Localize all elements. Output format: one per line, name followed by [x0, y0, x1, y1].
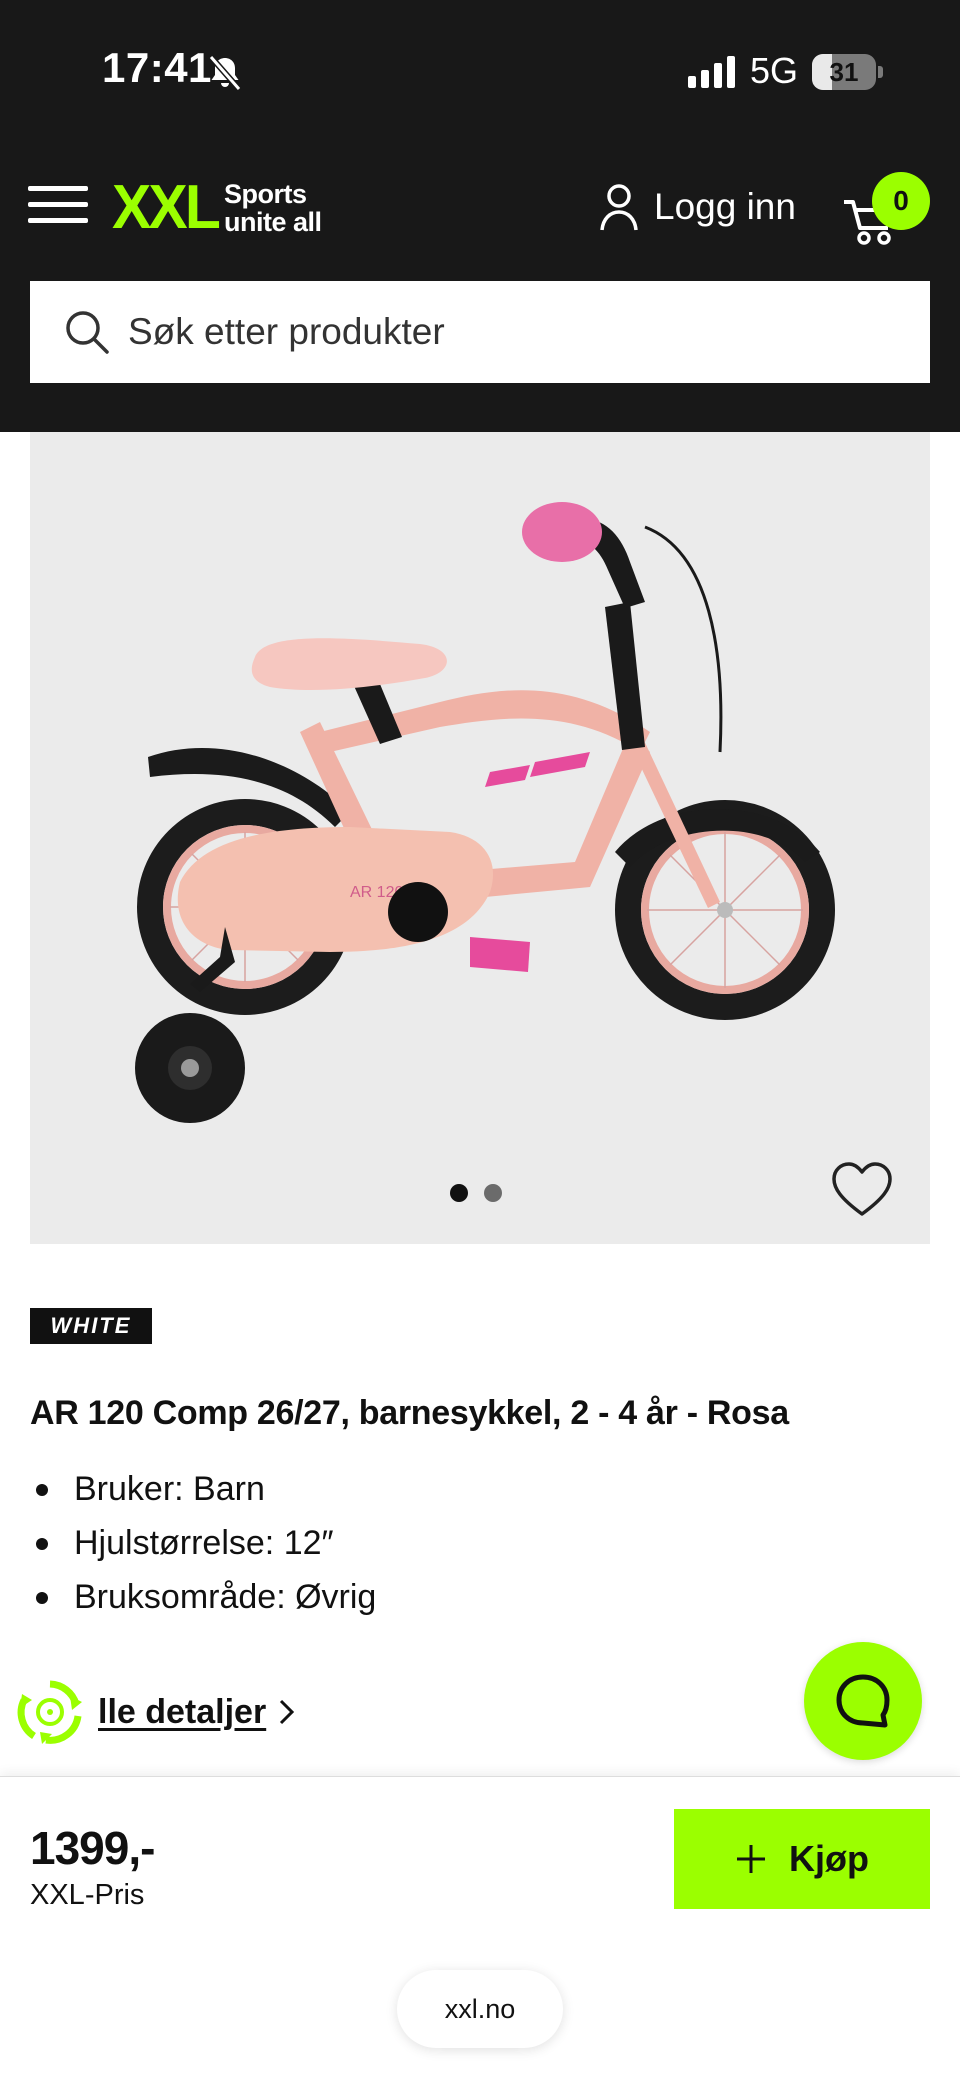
buy-button[interactable]: Kjøp [674, 1809, 930, 1909]
gallery-pagination [450, 1184, 502, 1204]
price: 1399,- [30, 1822, 155, 1874]
gallery-dot[interactable] [450, 1184, 468, 1202]
cart-button[interactable]: 0 [838, 172, 938, 266]
search-bar[interactable] [30, 281, 930, 383]
browser-bar: xxl.no [0, 1952, 960, 2081]
bell-off-icon [208, 55, 242, 91]
purchase-bar: 1399,- XXL-Pris Kjøp [0, 1776, 960, 1952]
details-row: lle detaljer [14, 1672, 298, 1752]
product-page: 17:41 5G 31 XXL Sports unite all Logg in… [0, 0, 960, 2081]
logo-tagline-line-1: Sports [224, 179, 307, 209]
product-gallery[interactable]: AR 120 [30, 432, 930, 1244]
url-bar[interactable]: xxl.no [397, 1970, 563, 2048]
status-time: 17:41 [102, 44, 212, 91]
xxl-logo[interactable]: XXL Sports unite all [112, 176, 342, 240]
feature-item: Hjulstørrelse: 12″ [30, 1516, 930, 1570]
recycle-icon [17, 1680, 82, 1744]
site-header: XXL Sports unite all Logg inn 0 [0, 140, 960, 432]
url-text: xxl.no [444, 1993, 516, 2024]
status-bar: 17:41 5G 31 [0, 0, 960, 140]
chat-button[interactable] [804, 1642, 922, 1760]
menu-button[interactable] [28, 182, 90, 228]
chat-icon [836, 1674, 890, 1728]
chevron-right-icon [280, 1699, 295, 1725]
feature-list: Bruker: Barn Hjulstørrelse: 12″ Bruksomr… [30, 1462, 930, 1624]
heart-icon[interactable] [830, 1160, 894, 1220]
login-button[interactable]: Logg inn [598, 180, 796, 234]
login-label: Logg inn [654, 186, 796, 227]
price-label: XXL-Pris [30, 1879, 145, 1911]
gallery-dot[interactable] [484, 1184, 502, 1202]
search-input[interactable] [128, 311, 888, 353]
product-image-bike: AR 120 [135, 502, 835, 1123]
all-details-link[interactable]: lle detaljer [98, 1693, 266, 1732]
feature-item: Bruksområde: Øvrig [30, 1570, 930, 1624]
signal-icon [688, 56, 735, 88]
feature-item: Bruker: Barn [30, 1462, 930, 1516]
user-icon [600, 184, 638, 231]
logo-tagline: Sports unite all [224, 180, 322, 236]
search-icon [66, 311, 109, 354]
product-title: AR 120 Comp 26/27, barnesykkel, 2 - 4 år… [30, 1394, 789, 1432]
plus-icon [737, 1845, 765, 1873]
logo-tagline-line-2: unite all [224, 207, 322, 237]
brand-logo[interactable]: WHITE [30, 1308, 152, 1344]
battery-indicator: 31 [812, 54, 883, 90]
battery-percent: 31 [829, 57, 859, 87]
network-label: 5G [750, 50, 799, 91]
logo-mark: XXL [112, 173, 221, 242]
cart-count-badge: 0 [872, 172, 930, 230]
buy-label: Kjøp [789, 1838, 869, 1879]
